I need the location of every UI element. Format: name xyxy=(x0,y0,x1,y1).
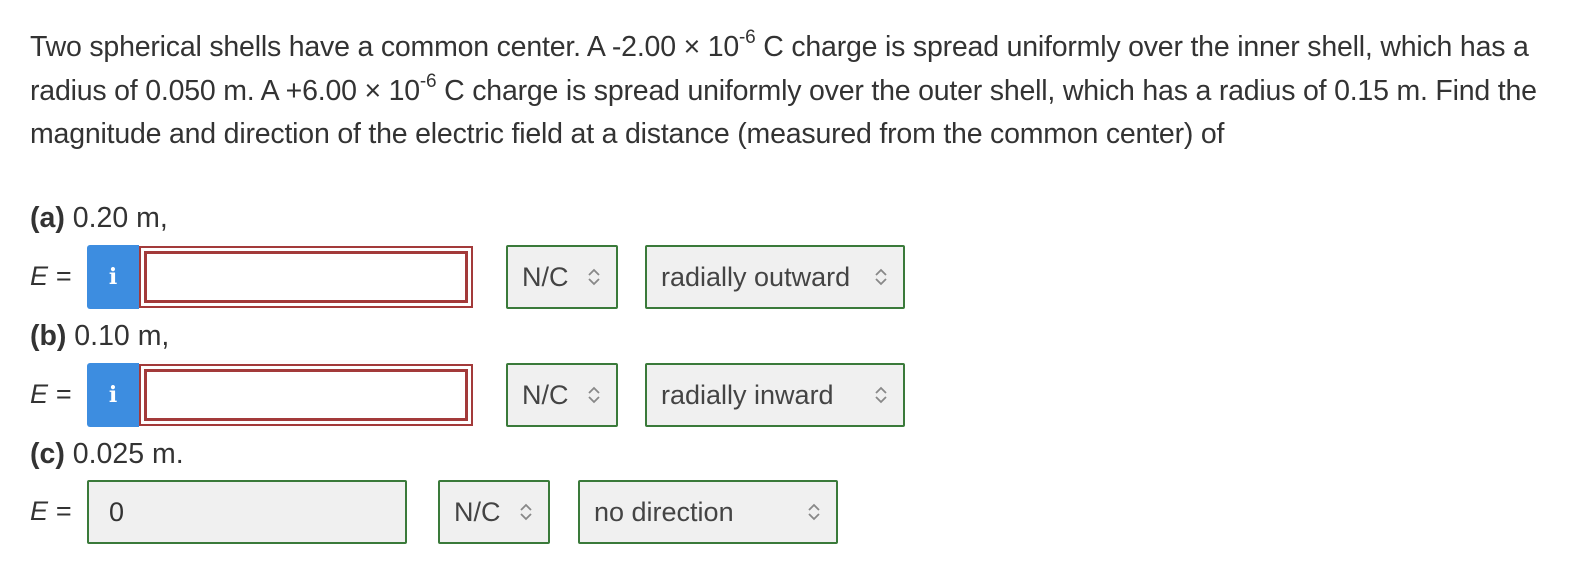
part-c-direction-select[interactable]: no direction xyxy=(578,480,838,544)
part-b-unit-select[interactable]: N/C xyxy=(506,363,618,427)
part-b-label: (b) 0.10 m, xyxy=(30,320,170,352)
part-c-answer-field[interactable]: 0 xyxy=(87,480,407,544)
question-text: Two spherical shells have a common cente… xyxy=(30,27,1537,150)
part-a-unit-select[interactable]: N/C xyxy=(506,245,618,309)
part-c-label: (c) 0.025 m. xyxy=(30,438,184,470)
part-a-direction-select[interactable]: radially outward xyxy=(645,245,905,309)
chevron-updown-icon xyxy=(808,503,820,521)
part-a-info-icon[interactable]: i xyxy=(87,245,139,309)
part-b-e-label: E = xyxy=(30,379,72,409)
part-c-unit-select[interactable]: N/C xyxy=(438,480,550,544)
part-a-label: (a) 0.20 m, xyxy=(30,202,168,234)
part-b-direction-select[interactable]: radially inward xyxy=(645,363,905,427)
chevron-updown-icon xyxy=(875,268,887,286)
part-c-e-label: E = xyxy=(30,496,72,526)
part-a-e-label: E = xyxy=(30,261,72,291)
chevron-updown-icon xyxy=(588,268,600,286)
part-a-answer-input[interactable] xyxy=(139,246,473,308)
chevron-updown-icon xyxy=(520,503,532,521)
chevron-updown-icon xyxy=(588,386,600,404)
part-b-info-icon[interactable]: i xyxy=(87,363,139,427)
chevron-updown-icon xyxy=(875,386,887,404)
part-b-answer-input[interactable] xyxy=(139,364,473,426)
